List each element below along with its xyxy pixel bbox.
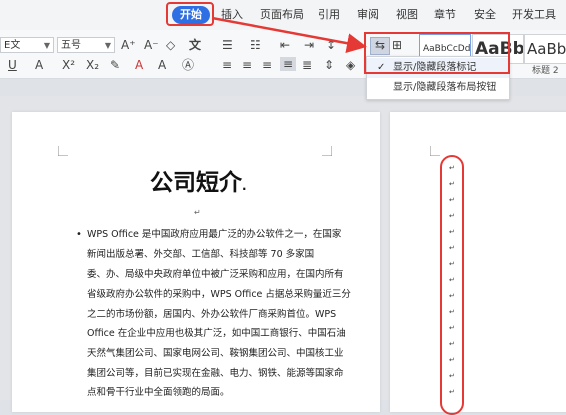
- annotation-arrow: [211, 16, 367, 54]
